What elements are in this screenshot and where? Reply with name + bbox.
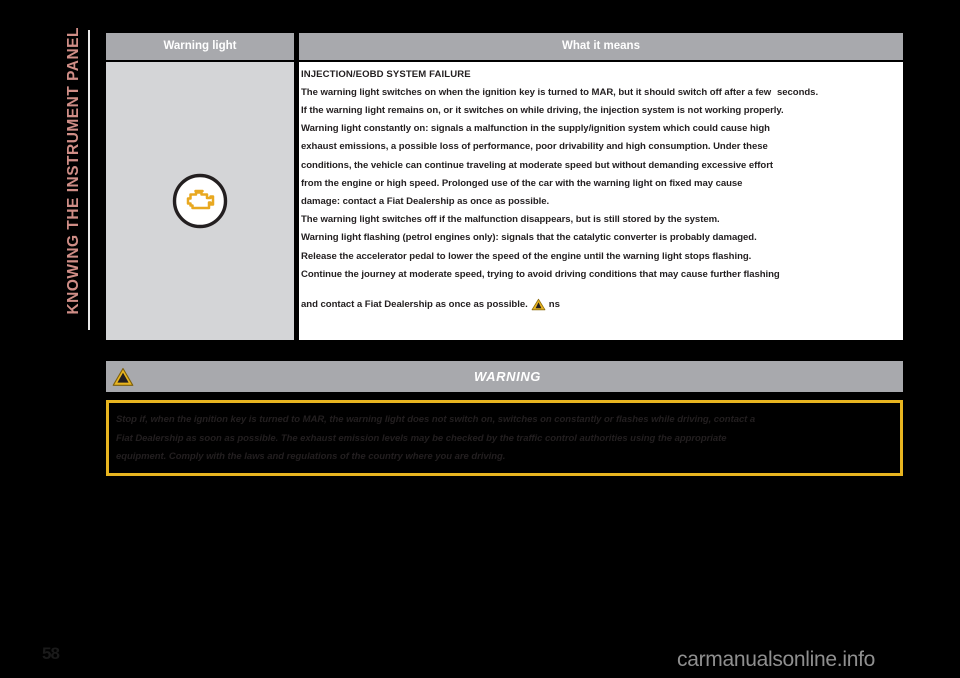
body-line: Continue the journey at moderate speed, … <box>301 268 780 280</box>
column-header-what-it-means: What it means <box>299 33 903 60</box>
body-line: damage: contact a Fiat Dealership as onc… <box>301 196 550 208</box>
chapter-divider-rule <box>88 30 90 330</box>
body-line: The warning light switches on when the i… <box>301 86 772 98</box>
table-body-row: INJECTION/EOBD SYSTEM FAILURE The warnin… <box>106 61 903 340</box>
warning-light-table: Warning light What it means INJECTION/EO… <box>106 33 903 340</box>
body-line: from the engine or high speed. Prolonged… <box>301 177 743 189</box>
body-last-line-prefix: and contact a Fiat Dealership as once as… <box>301 299 528 311</box>
table-header-row: Warning light What it means <box>106 33 903 60</box>
engine-check-icon <box>171 172 229 230</box>
what-it-means-cell: INJECTION/EOBD SYSTEM FAILURE The warnin… <box>299 61 903 340</box>
warning-note-box: Stop if, when the ignition key is turned… <box>106 400 903 476</box>
body-line: Warning light flashing (petrol engines o… <box>301 232 757 244</box>
site-watermark: carmanualsonline.info <box>677 648 875 671</box>
body-line: Warning light constantly on: signals a m… <box>301 123 770 135</box>
warning-triangle-icon <box>112 367 134 387</box>
body-line: The warning light switches off if the ma… <box>301 214 720 226</box>
body-text-block: INJECTION/EOBD SYSTEM FAILURE The warnin… <box>299 62 903 313</box>
warning-note-line: Fiat Dealership as soon as possible. The… <box>116 432 727 444</box>
body-line: seconds. <box>777 86 819 98</box>
body-line: conditions, the vehicle can continue tra… <box>301 159 774 171</box>
warning-banner-label: WARNING <box>473 369 542 384</box>
warning-banner: WARNING <box>106 361 903 392</box>
body-line: Release the accelerator pedal to lower t… <box>301 250 752 262</box>
warning-note-line: Stop if, when the ignition key is turned… <box>116 414 756 425</box>
body-last-line-suffix: ns <box>548 299 560 311</box>
warning-note-line: equipment. Comply with the laws and regu… <box>116 451 506 462</box>
body-line: If the warning light remains on, or it s… <box>301 105 784 117</box>
body-last-line: and contact a Fiat Dealership as once as… <box>301 297 903 312</box>
page-number: 58 <box>42 644 60 663</box>
body-heading: INJECTION/EOBD SYSTEM FAILURE <box>301 68 471 80</box>
column-header-warning-light: Warning light <box>106 33 294 60</box>
body-line: exhaust emissions, a possible loss of pe… <box>301 141 768 153</box>
warning-light-cell <box>106 61 294 340</box>
chapter-title: KNOWING THE INSTRUMENT PANEL <box>65 27 82 315</box>
warning-triangle-icon <box>530 298 546 312</box>
